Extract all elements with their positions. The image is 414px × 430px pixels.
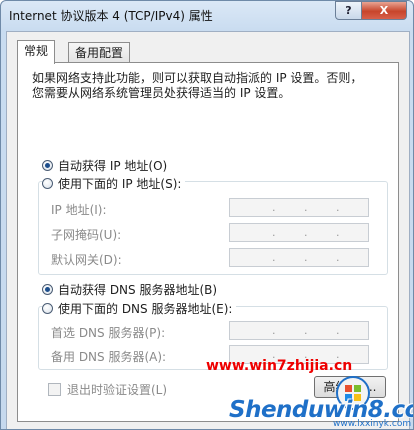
validate-settings-label: 退出时验证设置(L) bbox=[67, 383, 168, 397]
description-text: 如果网络支持此功能，则可以获取自动指派的 IP 设置。否则， 您需要从网络系统管… bbox=[32, 71, 392, 101]
radio-button-unchecked[interactable] bbox=[42, 177, 53, 189]
default-gateway-label: 默认网关(D): bbox=[51, 253, 122, 267]
tab-alternate-config[interactable]: 备用配置 bbox=[68, 42, 131, 63]
alternate-dns-label: 备用 DNS 服务器(A): bbox=[51, 350, 167, 364]
radio-auto-dns[interactable]: 自动获得 DNS 服务器地址(B) bbox=[42, 280, 217, 298]
ip-address-group: IP 地址(I): ... 子网掩码(U): ... 默认网关(D): ... bbox=[38, 181, 388, 275]
ip-address-row: IP 地址(I): ... bbox=[51, 198, 387, 218]
radio-auto-ip[interactable]: 自动获得 IP 地址(O) bbox=[42, 156, 167, 174]
close-button[interactable]: X bbox=[361, 1, 407, 20]
watermark-site-secondary: www.lxxinyk.com bbox=[333, 419, 412, 429]
help-button[interactable]: ? bbox=[335, 1, 362, 20]
checkbox-box[interactable] bbox=[48, 383, 61, 396]
radio-auto-dns-label: 自动获得 DNS 服务器地址(B) bbox=[58, 282, 218, 297]
radio-button-checked[interactable] bbox=[42, 283, 53, 295]
validate-settings-checkbox[interactable]: 退出时验证设置(L) bbox=[48, 381, 167, 398]
ip-address-input[interactable]: ... bbox=[229, 198, 369, 217]
question-mark-icon: ? bbox=[345, 4, 352, 17]
close-icon: X bbox=[379, 4, 389, 17]
radio-button-checked[interactable] bbox=[42, 159, 53, 171]
tab-general[interactable]: 常规 bbox=[17, 40, 56, 64]
description-line-1: 如果网络支持此功能，则可以获取自动指派的 IP 设置。否则， bbox=[32, 71, 363, 85]
subnet-mask-input[interactable]: ... bbox=[229, 223, 369, 242]
title-bar[interactable]: Internet 协议版本 4 (TCP/IPv4) 属性 ? X bbox=[1, 1, 413, 31]
subnet-mask-label: 子网掩码(U): bbox=[51, 228, 122, 242]
description-line-2: 您需要从网络系统管理员处获得适当的 IP 设置。 bbox=[32, 86, 291, 100]
default-gateway-input[interactable]: ... bbox=[229, 248, 369, 267]
dialog-window: Internet 协议版本 4 (TCP/IPv4) 属性 ? X 常规 备用配… bbox=[0, 0, 414, 430]
radio-manual-ip[interactable]: 使用下面的 IP 地址(S): bbox=[42, 174, 186, 192]
radio-manual-dns[interactable]: 使用下面的 DNS 服务器地址(E): bbox=[42, 299, 237, 317]
subnet-mask-row: 子网掩码(U): ... bbox=[51, 223, 387, 243]
radio-manual-dns-label: 使用下面的 DNS 服务器地址(E): bbox=[58, 301, 233, 316]
radio-manual-ip-label: 使用下面的 IP 地址(S): bbox=[58, 176, 182, 191]
preferred-dns-row: 首选 DNS 服务器(P): ... bbox=[51, 321, 387, 341]
radio-auto-ip-label: 自动获得 IP 地址(O) bbox=[58, 158, 168, 173]
ip-address-label: IP 地址(I): bbox=[51, 203, 107, 217]
radio-button-unchecked[interactable] bbox=[42, 302, 53, 314]
window-title: Internet 协议版本 4 (TCP/IPv4) 属性 bbox=[9, 9, 213, 23]
preferred-dns-label: 首选 DNS 服务器(P): bbox=[51, 326, 166, 340]
default-gateway-row: 默认网关(D): ... bbox=[51, 248, 387, 268]
preferred-dns-input[interactable]: ... bbox=[229, 321, 369, 340]
